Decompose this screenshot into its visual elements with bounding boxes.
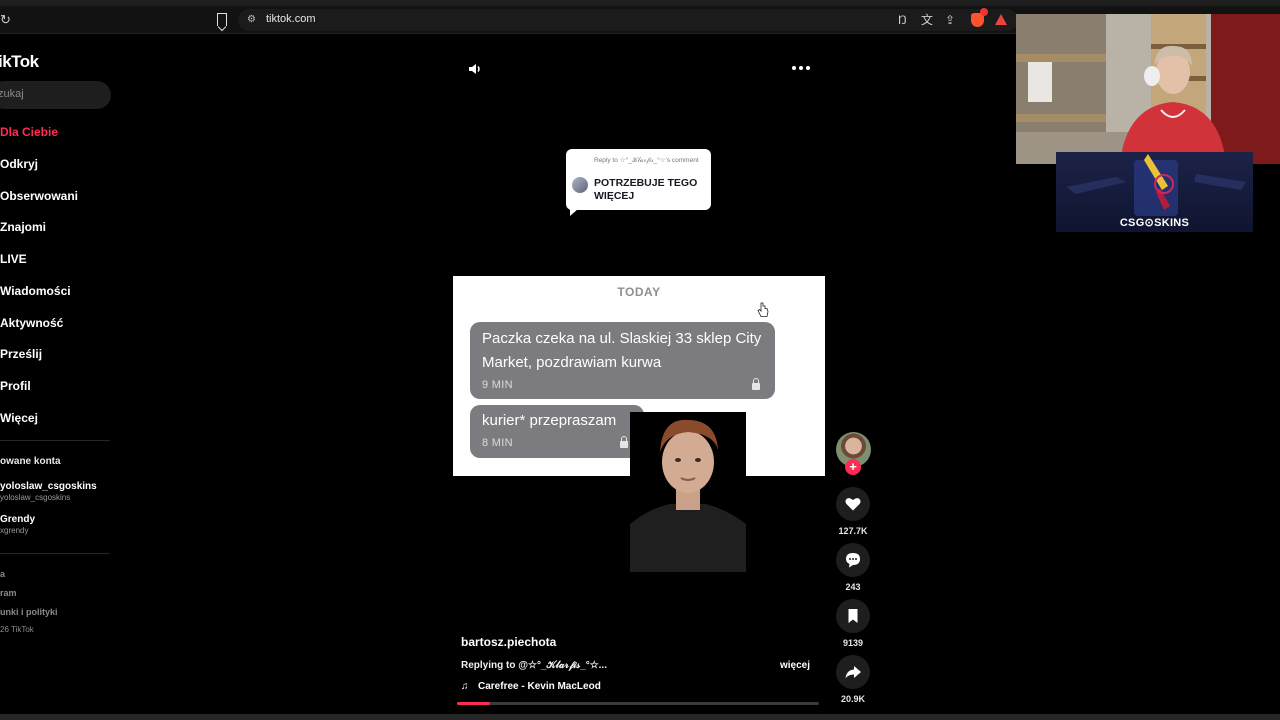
sms-message: kurier* przepraszam 8 MIN bbox=[470, 405, 644, 458]
hand-cursor-icon bbox=[757, 302, 769, 317]
nav-profile[interactable]: Profil bbox=[0, 379, 31, 393]
reader-mode-icon[interactable]: Ŋ bbox=[898, 13, 907, 27]
sms-message: Paczka czeka na ul. Slaskiej 33 sklep Ci… bbox=[470, 322, 775, 399]
sidebar-divider bbox=[0, 553, 110, 554]
comment-icon bbox=[846, 553, 860, 568]
followed-accounts-title: owane konta bbox=[0, 456, 61, 467]
comment-count: 243 bbox=[845, 582, 861, 592]
nav-explore[interactable]: Odkryj bbox=[0, 157, 38, 171]
translate-icon[interactable]: 文 bbox=[921, 13, 933, 27]
more-options-icon[interactable] bbox=[792, 66, 810, 72]
like-button[interactable] bbox=[836, 487, 870, 521]
sms-message-text: Paczka czeka na ul. Slaskiej 33 sklep Ci… bbox=[482, 330, 762, 371]
music-track[interactable]: Carefree - Kevin MacLeod bbox=[478, 681, 601, 692]
save-button[interactable] bbox=[836, 599, 870, 633]
url-text[interactable]: tiktok.com bbox=[266, 13, 316, 25]
bottom-strip bbox=[0, 714, 1280, 720]
sms-message-time: 8 MIN bbox=[482, 437, 513, 449]
lock-icon bbox=[752, 378, 760, 390]
footer-link[interactable]: a bbox=[0, 569, 5, 579]
reload-icon[interactable]: ↻ bbox=[0, 13, 14, 27]
save-count: 9139 bbox=[842, 638, 864, 648]
like-count: 127.7K bbox=[838, 526, 868, 536]
footer-link[interactable]: unki i polityki bbox=[0, 607, 58, 617]
sms-message-text: kurier* przepraszam bbox=[482, 412, 617, 429]
site-settings-icon[interactable]: ⚙ bbox=[247, 14, 256, 25]
video-caption: Replying to @☆°_𝒦𝓁𝒶𝓇𝒻𝒾𝓈_°☆... bbox=[461, 660, 607, 671]
share-count: 20.9K bbox=[840, 694, 866, 704]
bookmark-icon[interactable] bbox=[217, 13, 227, 26]
shields-badge bbox=[980, 8, 988, 16]
heart-icon bbox=[845, 498, 861, 511]
commenter-avatar bbox=[572, 177, 588, 193]
nav-upload[interactable]: Prześlij bbox=[0, 347, 42, 361]
sidebar-divider bbox=[0, 440, 110, 441]
author-username[interactable]: bartosz.piechota bbox=[461, 635, 556, 649]
sms-day-label: TODAY bbox=[617, 285, 661, 299]
follow-button[interactable]: + bbox=[845, 459, 861, 475]
comment-button[interactable] bbox=[836, 543, 870, 577]
lock-icon bbox=[620, 436, 628, 448]
video-progress-fill bbox=[457, 702, 490, 705]
share-arrow-icon bbox=[845, 666, 861, 679]
bookmark-icon bbox=[848, 609, 858, 623]
nav-activity[interactable]: Aktywność bbox=[0, 316, 63, 330]
nav-live[interactable]: LIVE bbox=[0, 252, 27, 266]
sponsor-banner: CSG⊙SKINS bbox=[1056, 152, 1253, 232]
account-name[interactable]: yoloslaw_csgoskins bbox=[0, 481, 97, 492]
music-note-icon: ♫ bbox=[461, 681, 469, 692]
nav-following[interactable]: Obserwowani bbox=[0, 189, 78, 203]
caption-more-link[interactable]: więcej bbox=[780, 660, 810, 671]
account-handle: yoloslaw_csgoskins bbox=[0, 493, 71, 502]
account-name[interactable]: Grendy bbox=[0, 514, 35, 525]
sponsor-logo-text: CSG⊙SKINS bbox=[1119, 217, 1190, 229]
volume-icon[interactable] bbox=[467, 61, 483, 77]
reply-text: POTRZEBUJE TEGO WIĘCEJ bbox=[594, 177, 698, 202]
footer-link[interactable]: ram bbox=[0, 588, 17, 598]
account-handle: xgrendy bbox=[0, 526, 29, 535]
share-button[interactable] bbox=[836, 655, 870, 689]
reply-label: Reply to ☆°_𝒦𝓁𝒶𝓇𝒻𝒾𝓈_°☆'s comment bbox=[594, 157, 699, 164]
tiktok-logo[interactable]: ikTok bbox=[0, 52, 39, 72]
nav-messages[interactable]: Wiadomości bbox=[0, 284, 71, 298]
creator-in-video bbox=[630, 412, 746, 572]
reply-comment-bubble: Reply to ☆°_𝒦𝓁𝒶𝓇𝒻𝒾𝓈_°☆'s comment POTRZEB… bbox=[566, 149, 711, 216]
copyright: 26 TikTok bbox=[0, 625, 34, 634]
video-progress-bar[interactable] bbox=[457, 702, 819, 705]
share-icon[interactable]: ⇪ bbox=[945, 13, 955, 27]
search-input[interactable]: zukaj bbox=[0, 81, 111, 109]
nav-friends[interactable]: Znajomi bbox=[0, 220, 46, 234]
streamer-webcam bbox=[1016, 14, 1280, 164]
nav-more[interactable]: Więcej bbox=[0, 411, 38, 425]
brave-rewards-icon[interactable] bbox=[995, 14, 1007, 25]
sms-message-time: 9 MIN bbox=[482, 379, 513, 391]
nav-for-you[interactable]: Dla Ciebie bbox=[0, 125, 58, 139]
search-placeholder: zukaj bbox=[0, 88, 24, 100]
